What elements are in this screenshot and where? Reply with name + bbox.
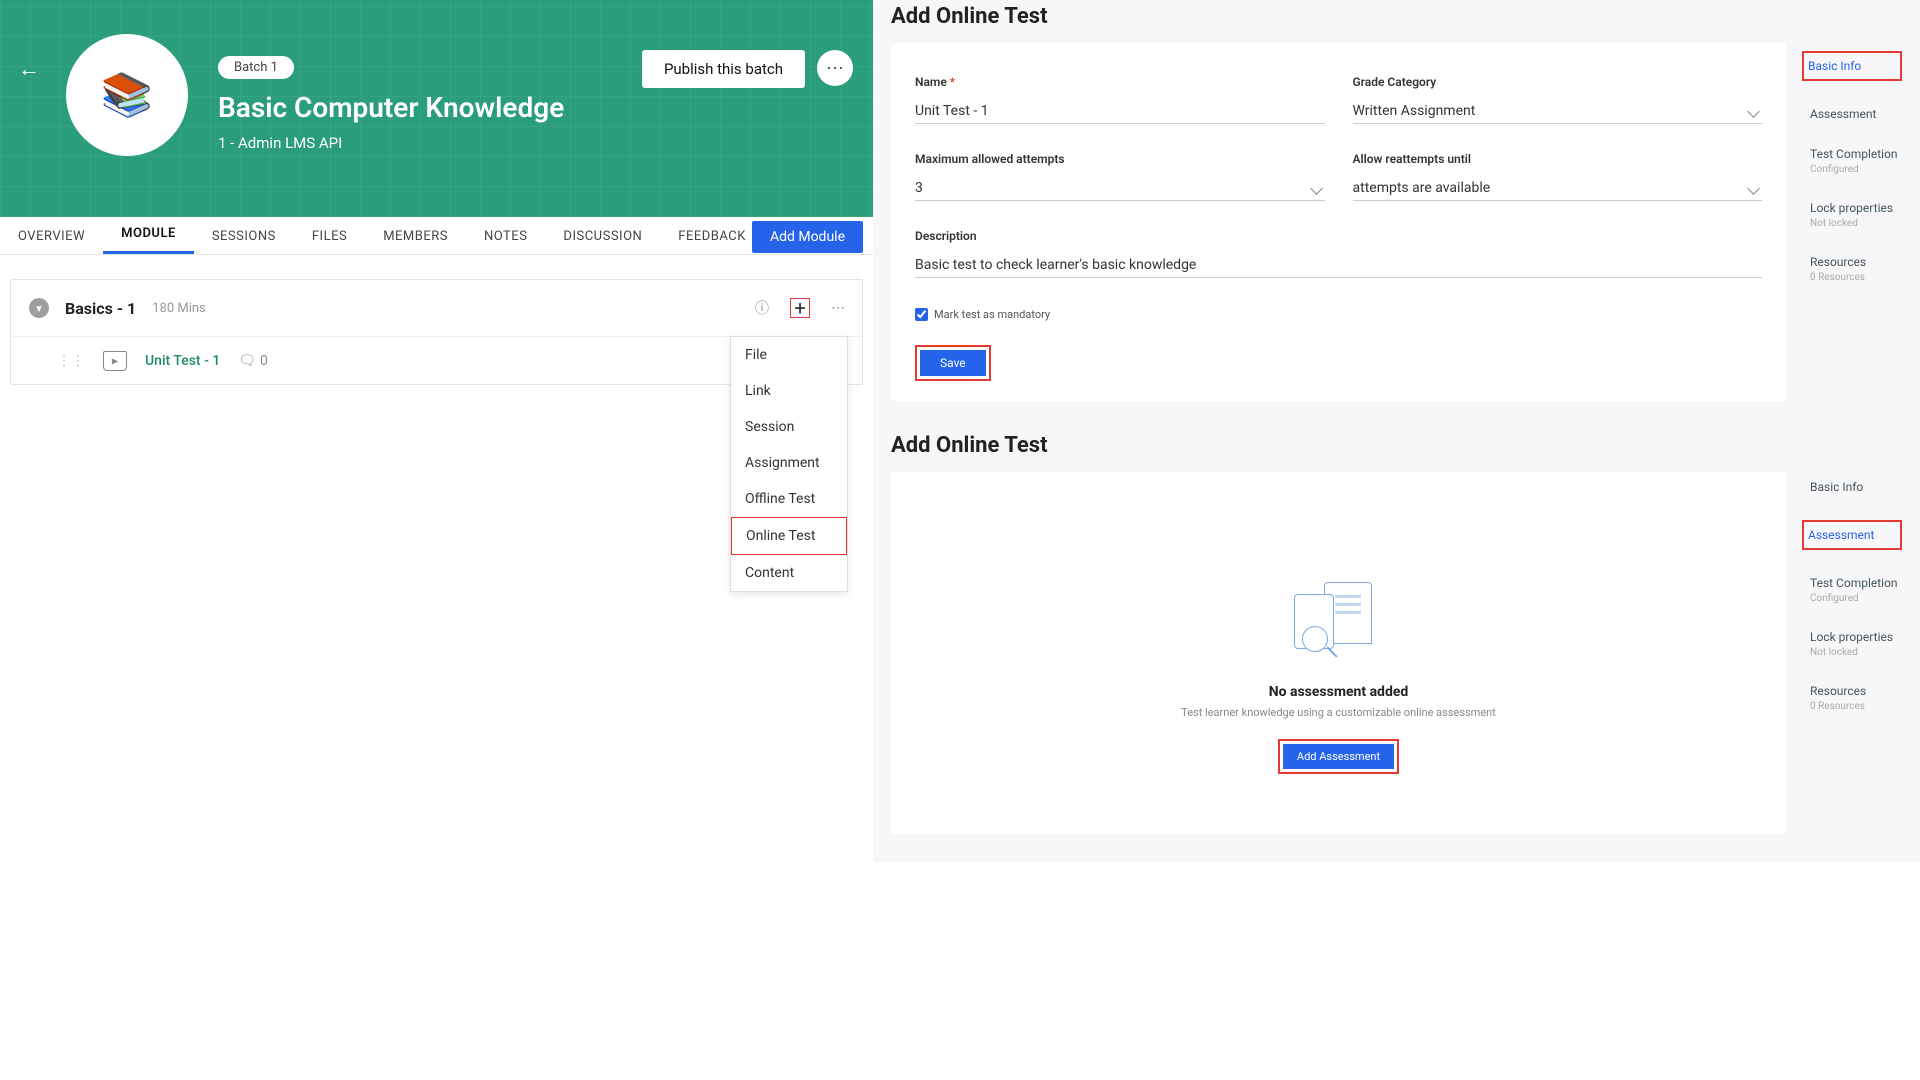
empty-state-subtitle: Test learner knowledge using a customiza… bbox=[1181, 706, 1496, 719]
comment-count[interactable]: 🗨 0 bbox=[238, 353, 268, 369]
plus-icon: + bbox=[794, 301, 805, 315]
sidenav-test-completion[interactable]: Test CompletionConfigured bbox=[1802, 147, 1902, 175]
panel2-title: Add Online Test bbox=[891, 429, 1902, 472]
sidenav2-test-completion[interactable]: Test CompletionConfigured bbox=[1802, 576, 1902, 604]
attempts-label: Maximum allowed attempts bbox=[915, 152, 1325, 166]
tab-sessions[interactable]: SESSIONS bbox=[194, 229, 294, 254]
add-module-button[interactable]: Add Module bbox=[752, 221, 863, 253]
module-more-icon[interactable]: ⋯ bbox=[828, 298, 848, 318]
tab-module[interactable]: MODULE bbox=[103, 226, 194, 254]
reattempt-until-select[interactable] bbox=[1353, 176, 1763, 201]
assessment-card: No assessment added Test learner knowled… bbox=[891, 472, 1786, 834]
course-avatar: 📚 bbox=[66, 34, 188, 156]
add-item-button[interactable]: + bbox=[790, 298, 810, 318]
sidenav-resources[interactable]: Resources0 Resources bbox=[1802, 255, 1902, 283]
dd-item-session[interactable]: Session bbox=[731, 409, 847, 445]
description-input[interactable] bbox=[915, 253, 1762, 278]
publish-batch-button[interactable]: Publish this batch bbox=[642, 50, 805, 88]
tab-members[interactable]: MEMBERS bbox=[365, 229, 466, 254]
dd-item-file[interactable]: File bbox=[731, 337, 847, 373]
batch-pill[interactable]: Batch 1 bbox=[218, 56, 294, 79]
panel1-title: Add Online Test bbox=[891, 0, 1902, 43]
back-arrow-icon[interactable]: ← bbox=[18, 56, 40, 82]
dd-item-assignment[interactable]: Assignment bbox=[731, 445, 847, 481]
save-button[interactable]: Save bbox=[920, 350, 986, 376]
course-title: Basic Computer Knowledge bbox=[218, 91, 564, 124]
reattempt-label: Allow reattempts until bbox=[1353, 152, 1763, 166]
description-label: Description bbox=[915, 229, 1762, 243]
module-duration: 180 Mins bbox=[152, 301, 206, 316]
info-icon[interactable]: ⓘ bbox=[752, 298, 772, 318]
tab-feedback[interactable]: FEEDBACK bbox=[660, 229, 764, 254]
add-item-dropdown: + FileLinkSessionAssignmentOffline TestO… bbox=[790, 298, 810, 319]
add-assessment-button[interactable]: Add Assessment bbox=[1283, 744, 1394, 769]
sidenav2-assessment[interactable]: Assessment bbox=[1802, 520, 1902, 550]
sidenav-basic-info[interactable]: Basic Info bbox=[1802, 51, 1902, 81]
empty-illustration-icon bbox=[1284, 574, 1394, 664]
max-attempts-select[interactable] bbox=[915, 176, 1325, 201]
tab-notes[interactable]: NOTES bbox=[466, 229, 545, 254]
dd-item-online-test[interactable]: Online Test bbox=[731, 517, 847, 555]
panel2-side-nav: Basic Info Assessment Test CompletionCon… bbox=[1802, 472, 1902, 834]
sidenav2-basic-info[interactable]: Basic Info bbox=[1802, 480, 1902, 494]
grade-label: Grade Category bbox=[1353, 75, 1763, 89]
tab-overview[interactable]: OVERVIEW bbox=[0, 229, 103, 254]
sidenav2-resources[interactable]: Resources0 Resources bbox=[1802, 684, 1902, 712]
mandatory-checkbox[interactable] bbox=[915, 308, 928, 321]
collapse-toggle-icon[interactable]: ▾ bbox=[29, 298, 49, 318]
grade-category-select[interactable] bbox=[1353, 99, 1763, 124]
course-subtitle: 1 - Admin LMS API bbox=[218, 134, 564, 152]
name-label: Name bbox=[915, 75, 1325, 89]
dd-item-content[interactable]: Content bbox=[731, 555, 847, 591]
sidenav2-lock-properties[interactable]: Lock propertiesNot locked bbox=[1802, 630, 1902, 658]
module-card: ▾ Basics - 1 180 Mins ⓘ + FileLinkSessio… bbox=[10, 279, 863, 385]
test-item-icon bbox=[103, 351, 127, 371]
mandatory-label: Mark test as mandatory bbox=[934, 308, 1050, 321]
tab-discussion[interactable]: DISCUSSION bbox=[545, 229, 660, 254]
dd-item-offline-test[interactable]: Offline Test bbox=[731, 481, 847, 517]
basic-info-form-card: Name Grade Category Maximum allowed atte… bbox=[891, 43, 1786, 401]
header-more-icon[interactable]: ⋯ bbox=[817, 50, 853, 86]
empty-state-title: No assessment added bbox=[1269, 684, 1409, 700]
module-item-title[interactable]: Unit Test - 1 bbox=[145, 353, 220, 369]
module-name: Basics - 1 bbox=[65, 299, 136, 318]
add-item-menu: FileLinkSessionAssignmentOffline TestOnl… bbox=[730, 336, 848, 592]
dd-item-link[interactable]: Link bbox=[731, 373, 847, 409]
name-input[interactable] bbox=[915, 99, 1325, 124]
sidenav-lock-properties[interactable]: Lock propertiesNot locked bbox=[1802, 201, 1902, 229]
panel1-side-nav: Basic Info Assessment Test CompletionCon… bbox=[1802, 43, 1902, 401]
tab-bar: OVERVIEWMODULESESSIONSFILESMEMBERSNOTESD… bbox=[0, 217, 873, 255]
sidenav-assessment[interactable]: Assessment bbox=[1802, 107, 1902, 121]
course-header: ← 📚 Batch 1 Basic Computer Knowledge 1 -… bbox=[0, 0, 873, 217]
tab-files[interactable]: FILES bbox=[294, 229, 365, 254]
drag-handle-icon[interactable]: ⋮⋮ bbox=[57, 353, 85, 369]
